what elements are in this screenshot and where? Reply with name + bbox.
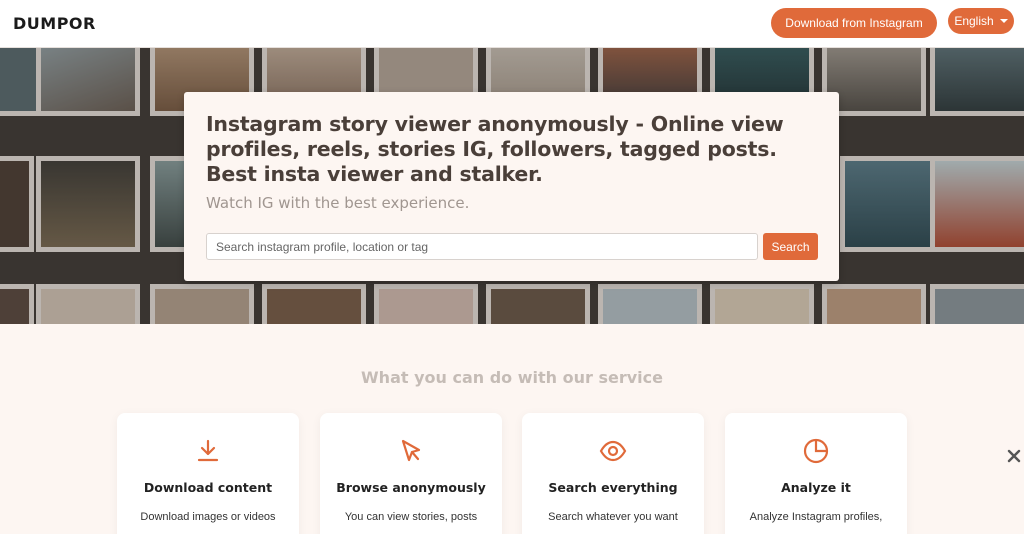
eye-icon <box>599 440 627 462</box>
service-card-title: Search everything <box>548 480 678 495</box>
page-title: Instagram story viewer anonymously - Onl… <box>206 112 784 186</box>
service-card-text: You can view stories, posts <box>344 511 478 523</box>
close-icon[interactable] <box>1006 448 1022 464</box>
service-card-text: Download images or videos <box>140 511 276 523</box>
search-form: Search <box>206 233 818 260</box>
download-from-instagram-button[interactable]: Download from Instagram <box>771 8 937 38</box>
service-card-text: Analyze Instagram profiles, <box>749 511 883 523</box>
search-button[interactable]: Search <box>763 233 818 260</box>
caret-down-icon <box>999 19 1008 23</box>
search-input[interactable] <box>206 233 758 260</box>
service-card-text: Search whatever you want <box>548 511 678 523</box>
service-card-title: Download content <box>143 480 273 495</box>
download-icon <box>197 439 219 462</box>
site-logo[interactable]: DUMPOR <box>13 14 96 33</box>
service-card-search: Search everything Search whatever you wa… <box>522 413 704 534</box>
top-navbar: DUMPOR Download from Instagram English <box>0 0 1024 48</box>
chart-icon <box>803 438 829 464</box>
hero-subtitle: Watch IG with the best experience. <box>206 194 470 212</box>
language-dropdown[interactable]: English <box>948 8 1014 34</box>
hero-banner: Instagram story viewer anonymously - Onl… <box>0 48 1024 324</box>
service-card-title: Analyze it <box>781 480 851 495</box>
hero-card: Instagram story viewer anonymously - Onl… <box>184 92 839 281</box>
service-card-browse: Browse anonymously You can view stories,… <box>320 413 502 534</box>
service-card-title: Browse anonymously <box>336 480 486 495</box>
services-heading: What you can do with our service <box>361 368 663 387</box>
language-label: English <box>954 14 994 28</box>
service-card-analyze: Analyze it Analyze Instagram profiles, <box>725 413 907 534</box>
cursor-icon <box>401 439 421 462</box>
service-card-download: Download content Download images or vide… <box>117 413 299 534</box>
